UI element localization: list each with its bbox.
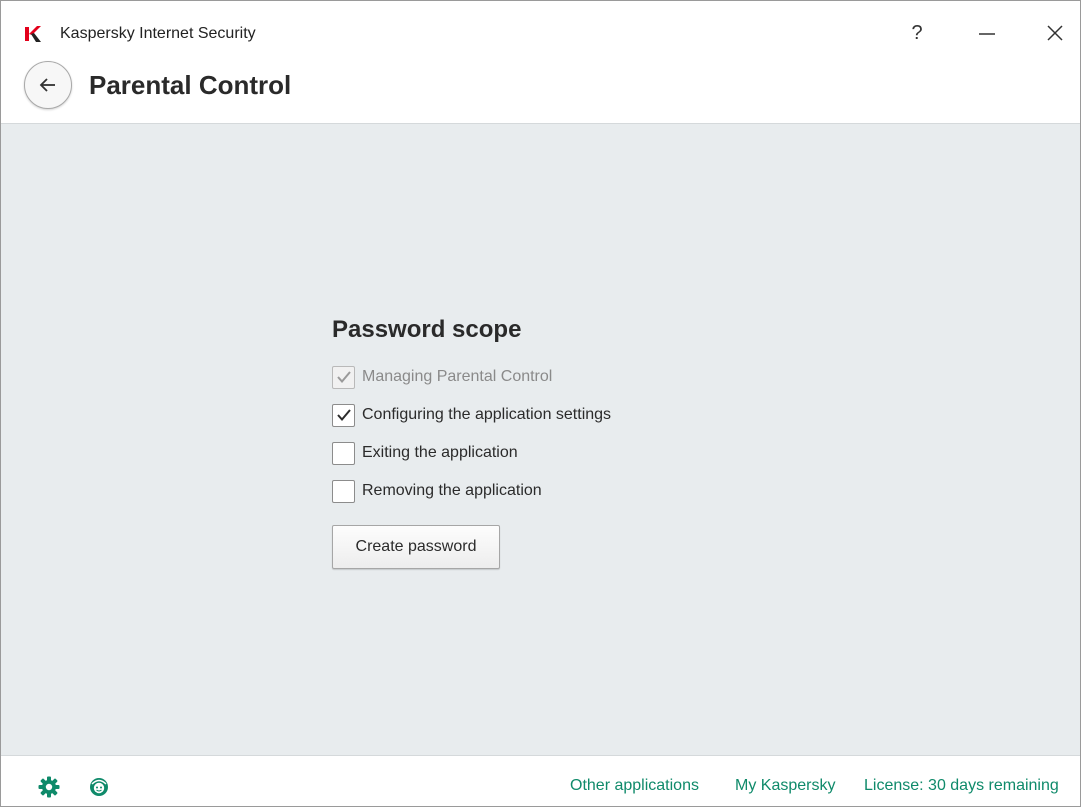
other-applications-link[interactable]: Other applications — [570, 777, 699, 795]
option-label: Managing Parental Control — [362, 368, 553, 385]
checkmark-icon — [336, 371, 351, 384]
my-kaspersky-link[interactable]: My Kaspersky — [735, 777, 835, 795]
page-title: Parental Control — [89, 70, 292, 100]
password-scope-panel: Password scope Managing Parental Control… — [332, 316, 752, 569]
option-label[interactable]: Exiting the application — [362, 444, 518, 462]
window-title: Kaspersky Internet Security — [60, 25, 256, 42]
option-exiting-application[interactable]: Exiting the application — [332, 441, 752, 465]
minimize-icon — [979, 33, 995, 35]
checkbox-configuring-settings[interactable] — [332, 403, 355, 427]
checkbox-removing-application[interactable] — [332, 479, 355, 503]
checkbox-managing-parental-control — [332, 365, 355, 389]
checkbox-exiting-application[interactable] — [332, 441, 355, 465]
option-label[interactable]: Removing the application — [362, 482, 542, 500]
support-icon[interactable] — [87, 775, 111, 799]
checkmark-icon — [336, 409, 351, 422]
license-link[interactable]: License: 30 days remaining — [864, 777, 1059, 795]
help-button[interactable]: ? — [897, 15, 937, 51]
password-scope-title: Password scope — [332, 316, 522, 343]
close-icon — [1047, 25, 1063, 41]
option-removing-application[interactable]: Removing the application — [332, 479, 752, 503]
option-managing-parental-control: Managing Parental Control — [332, 365, 752, 389]
back-button[interactable] — [24, 61, 72, 109]
title-bar: Kaspersky Internet Security ? — [1, 1, 1080, 57]
create-password-button[interactable]: Create password — [332, 525, 500, 569]
close-button[interactable] — [1035, 15, 1075, 51]
page-header: Parental Control — [1, 57, 1080, 123]
kaspersky-logo-icon — [25, 26, 41, 42]
settings-icon[interactable] — [37, 775, 61, 799]
option-configuring-settings[interactable]: Configuring the application settings — [332, 403, 752, 427]
option-label[interactable]: Configuring the application settings — [362, 406, 611, 424]
help-icon: ? — [911, 21, 923, 44]
main-content: Password scope Managing Parental Control… — [1, 123, 1080, 756]
minimize-button[interactable] — [967, 15, 1007, 51]
app-window: Kaspersky Internet Security ? Parental C… — [0, 0, 1081, 807]
arrow-left-icon — [39, 78, 55, 92]
footer: Other applications My Kaspersky License:… — [1, 757, 1080, 807]
